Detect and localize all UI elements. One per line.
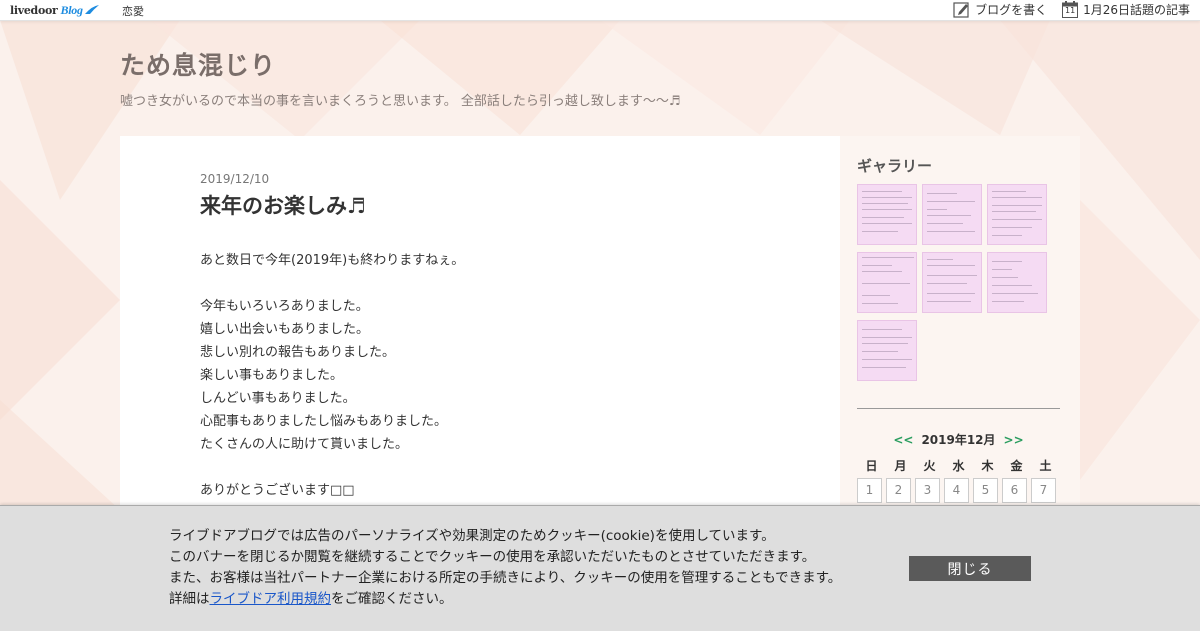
topbar-right: ブログを書く 11 1月26日話題の記事 [938,1,1190,18]
weekday-label: 水 [952,459,965,473]
post-line: ありがとうございます□□ [200,483,355,498]
bird-icon [84,5,99,14]
write-blog-link[interactable]: ブログを書く [953,1,1047,18]
post-line: 心配事もありましたし悩みもありました。 [200,414,448,429]
weekday-label: 木 [981,459,994,473]
cookie-details-prefix: 詳細は [169,591,210,607]
calendar-day[interactable]: 1 [857,478,882,503]
weekday-label: 金 [1010,459,1023,473]
sidebar-divider [857,408,1060,409]
calendar-day[interactable]: 6 [1002,478,1027,503]
livedoor-blog-logo[interactable]: livedoor Blog [10,2,100,18]
calendar-weekdays: 日 月 火 水 木 金 土 [857,457,1060,474]
cookie-consent-banner: ライブドアブログでは広告のパーソナライズや効果測定のためクッキー(cookie)… [0,505,1200,631]
calendar-prev-link[interactable]: << [893,433,913,447]
trending-articles-link[interactable]: 11 1月26日話題の記事 [1062,1,1190,18]
calendar-next-link[interactable]: >> [1004,433,1024,447]
calendar-day[interactable]: 4 [944,478,969,503]
post-line: 嬉しい出会いもありました。 [200,322,370,337]
cookie-line: また、お客様は当社パートナー企業における所定の手続きにより、クッキーの使用を管理… [169,570,842,586]
gallery-title: ギャラリー [857,157,933,175]
weekday-label: 月 [894,459,907,473]
cookie-details-suffix: をご確認ください。 [331,591,453,607]
post-title[interactable]: 来年のお楽しみ♬ [200,190,366,220]
calendar-days: 1 2 3 4 5 6 7 [857,478,1060,503]
calendar-day[interactable]: 3 [915,478,940,503]
post-line: しんどい事もありました。 [200,391,356,406]
trending-label: 1月26日話題の記事 [1083,3,1190,17]
gallery-thumbnail[interactable] [987,184,1047,245]
blog-description: 嘘つき女がいるので本当の事を言いまくろうと思います。 全部話したら引っ越し致しま… [120,94,681,109]
post-line [200,456,464,479]
post-line: 楽しい事もありました。 [200,368,344,383]
calendar-month: 2019年12月 [921,433,996,447]
gallery-thumbnail[interactable] [857,252,917,313]
calendar-day[interactable]: 2 [886,478,911,503]
post-line: 今年もいろいろありました。 [200,299,369,314]
post-line: あと数日で今年(2019年)も終わりますねぇ。 [200,253,465,268]
blog-title[interactable]: ため息混じり [120,46,276,82]
category-link[interactable]: 恋愛 [122,3,144,19]
post-date: 2019/12/10 [200,172,270,186]
logo-blog-text: Blog [60,2,83,17]
calendar-icon-day: 11 [1065,6,1076,15]
top-navigation-bar: livedoor Blog 恋愛 ブログを書く 11 1月26日話題の記事 [0,0,1200,21]
post-line: たくさんの人に助けて貰いました。 [200,437,409,452]
write-blog-label: ブログを書く [975,3,1048,17]
cookie-line: ライブドアブログでは広告のパーソナライズや効果測定のためクッキー(cookie)… [169,528,775,544]
gallery-thumbnail[interactable] [922,252,982,313]
weekday-label: 土 [1039,459,1052,473]
post-line [200,272,464,295]
post-line: 悲しい別れの報告もありました。 [200,345,396,360]
close-banner-button[interactable]: 閉じる [909,556,1031,581]
gallery-thumbnail[interactable] [857,320,917,381]
gallery-thumbnail[interactable] [857,184,917,245]
terms-of-use-link[interactable]: ライブドア利用規約 [210,591,332,607]
weekday-label: 火 [923,459,936,473]
cookie-line-details: 詳細はライブドア利用規約をご確認ください。 [169,589,841,610]
cookie-message: ライブドアブログでは広告のパーソナライズや効果測定のためクッキー(cookie)… [169,526,841,610]
calendar-day[interactable]: 5 [973,478,998,503]
post-body: あと数日で今年(2019年)も終わりますねぇ。 今年もいろいろありました。 嬉し… [200,249,464,502]
gallery-thumbnail[interactable] [987,252,1047,313]
calendar-icon: 11 [1062,1,1079,18]
calendar-header: << 2019年12月 >> [857,431,1060,448]
gallery-thumbnail[interactable] [922,184,982,245]
calendar-day[interactable]: 7 [1031,478,1056,503]
weekday-label: 日 [865,459,878,473]
pencil-edit-icon [953,2,969,18]
cookie-line: このバナーを閉じるか閲覧を継続することでクッキーの使用を承認いただいたものとさせ… [169,549,816,565]
logo-text: livedoor [10,3,58,17]
